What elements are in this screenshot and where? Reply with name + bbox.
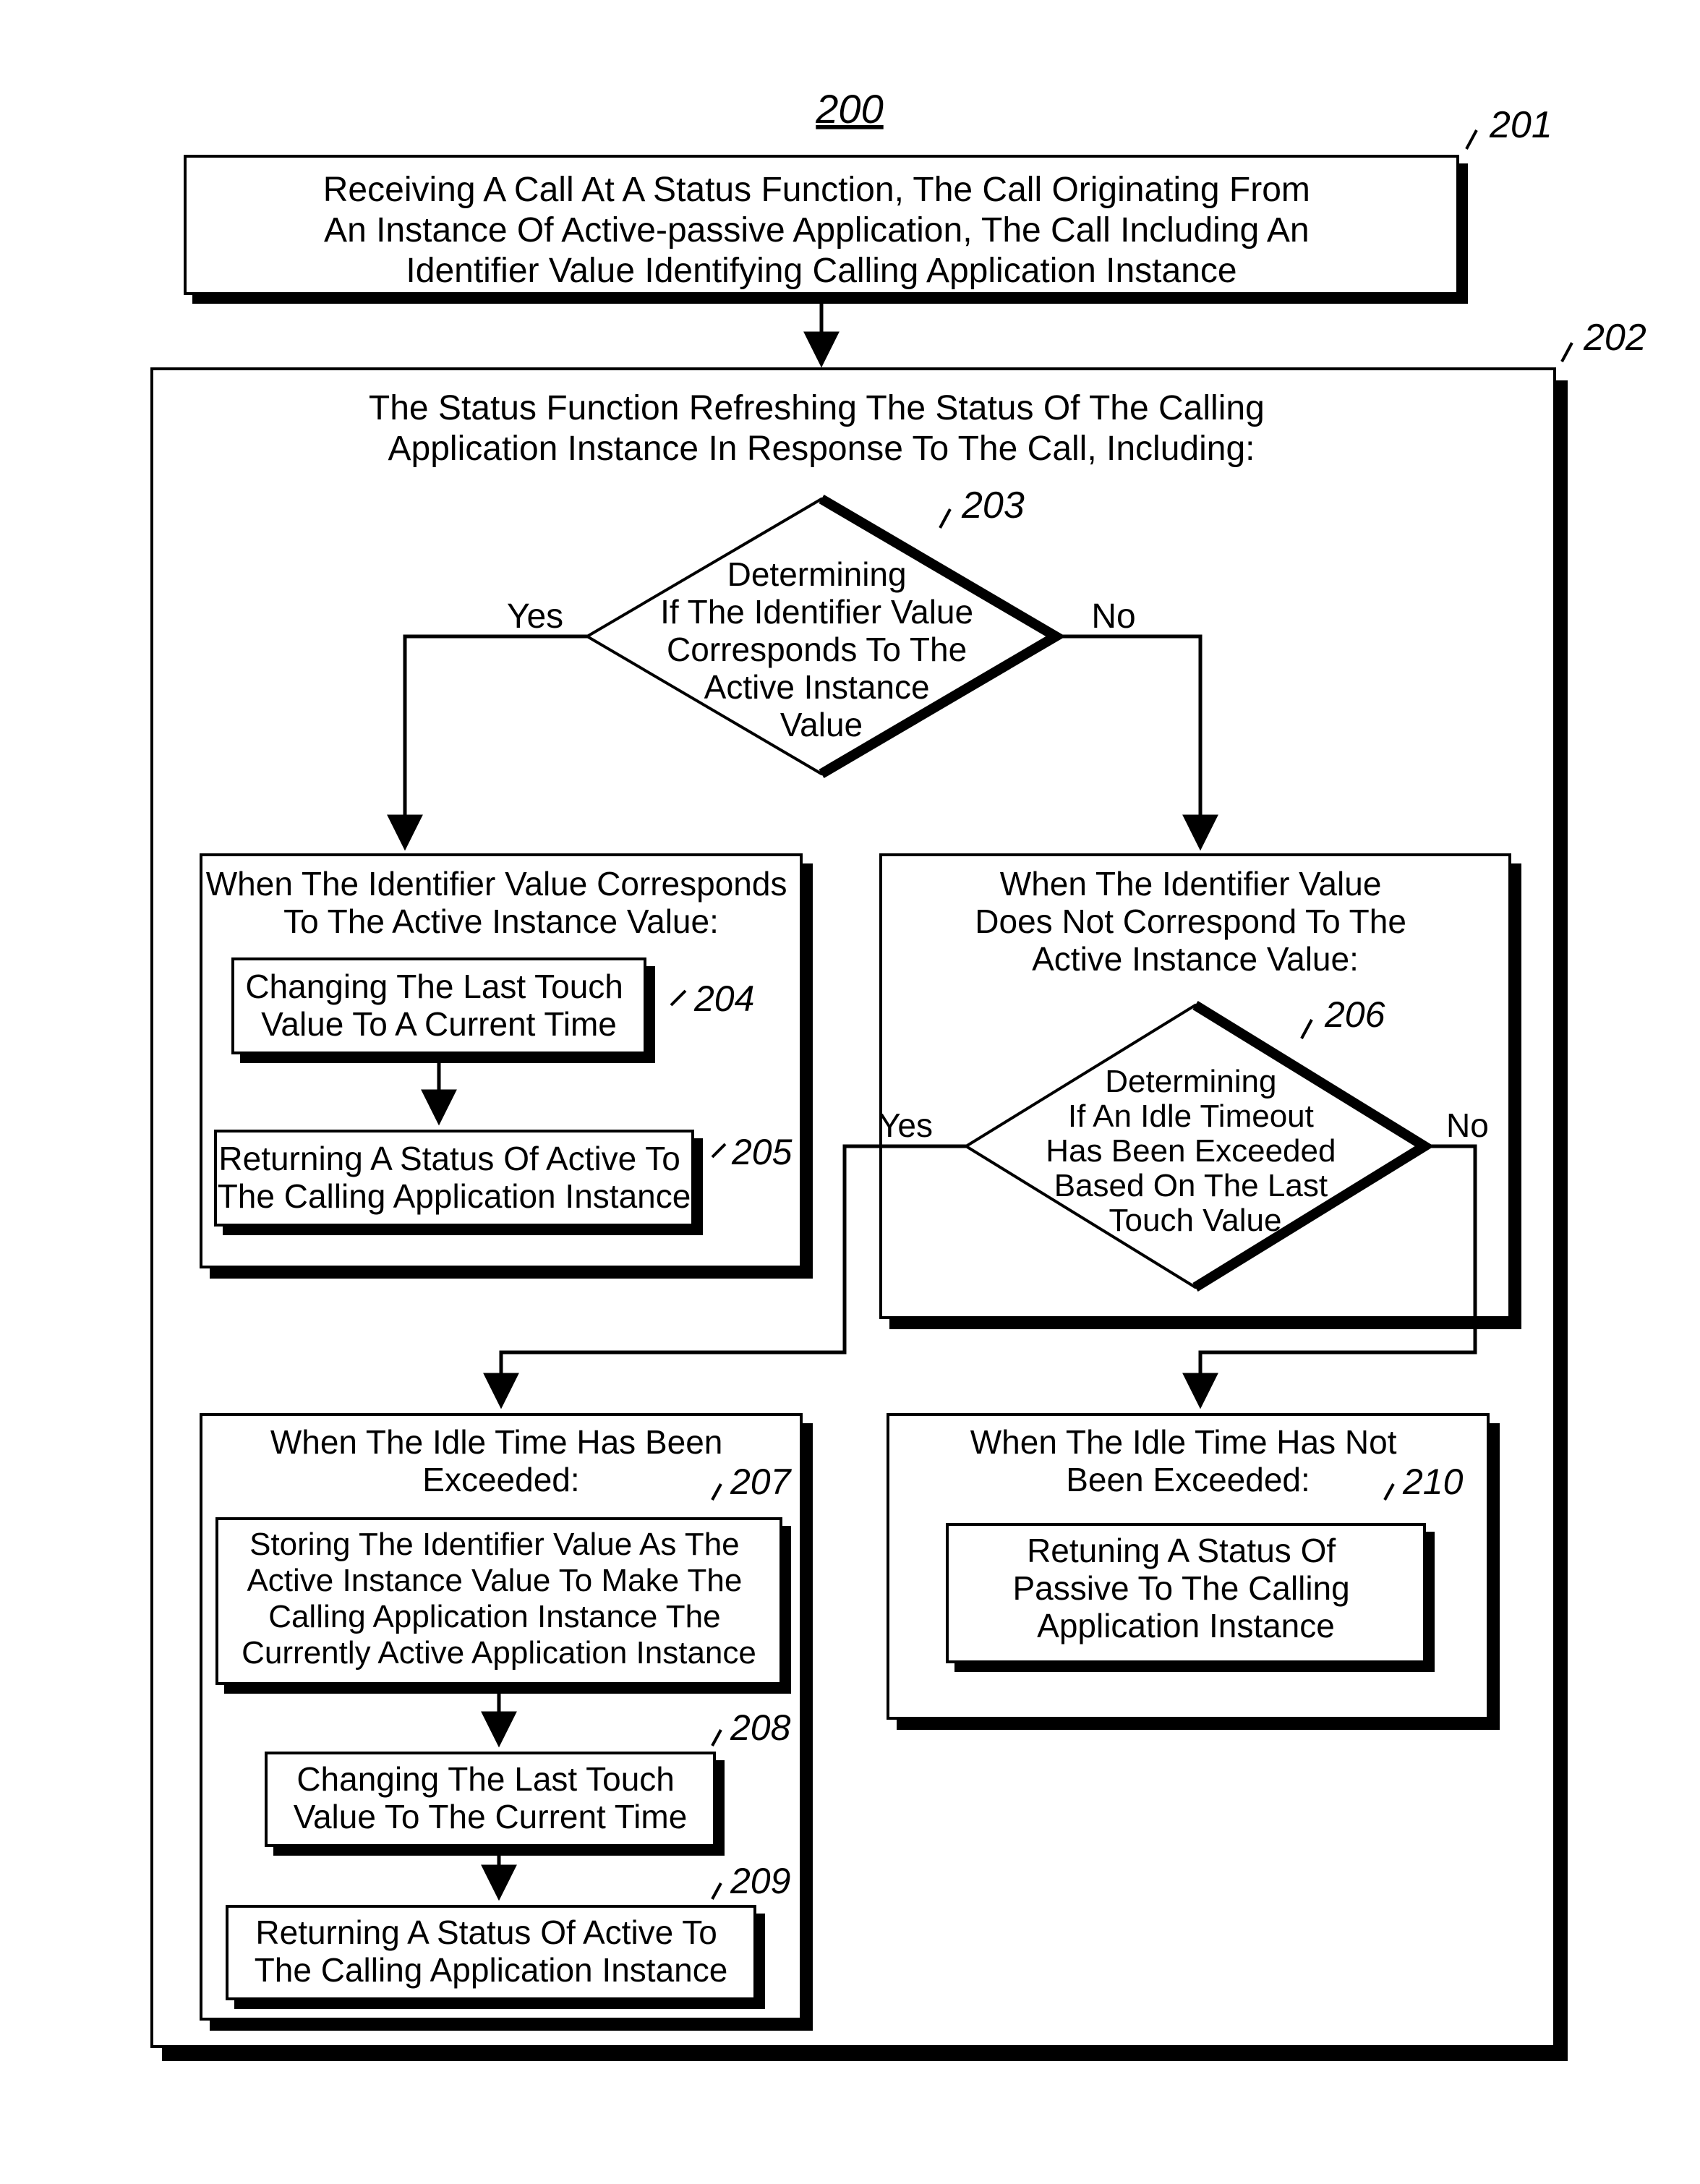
label-202: 202 (1583, 317, 1646, 359)
label-201: 201 (1489, 104, 1552, 146)
step-201-text: Receiving A Call At A Status Function, T… (323, 171, 1320, 290)
decision-206-yes: Yes (879, 1106, 933, 1144)
label-203: 203 (961, 485, 1025, 526)
label-208: 208 (730, 1707, 791, 1748)
label-210: 210 (1402, 1462, 1464, 1502)
step-208-text: Changing The Last Touch Value To The Cur… (294, 1760, 688, 1835)
group-yes-header: When The Identifier Value Corresponds To… (206, 865, 797, 940)
decision-203-yes: Yes (507, 597, 563, 636)
step-209-text: Returning A Status Of Active To The Call… (255, 1914, 728, 1989)
label-205: 205 (731, 1132, 793, 1172)
decision-206-no: No (1446, 1106, 1489, 1144)
label-206: 206 (1324, 994, 1385, 1035)
diagram-title: 200 (815, 86, 883, 132)
group-no-header: When The Identifier Value Does Not Corre… (975, 865, 1415, 978)
label-207: 207 (730, 1462, 793, 1502)
label-209: 209 (730, 1861, 790, 1901)
step-205-text: Returning A Status Of Active To The Call… (218, 1140, 691, 1215)
decision-203-no: No (1091, 597, 1135, 636)
flowchart-diagram: 200 201 Receiving A Call At A Status Fun… (0, 0, 1700, 2184)
step-210-text: Retuning A Status Of Passive To The Call… (1012, 1532, 1359, 1645)
label-204: 204 (693, 978, 754, 1019)
step-204-text: Changing The Last Touch Value To A Curre… (245, 968, 632, 1043)
step-207-text: Storing The Identifier Value As The Acti… (242, 1527, 756, 1671)
